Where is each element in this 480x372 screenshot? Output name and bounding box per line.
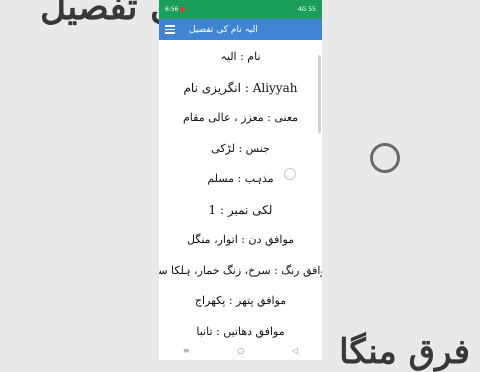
system-nav-bar: ≡ ○ ◁ bbox=[159, 340, 322, 360]
signal-indicator: 4G bbox=[297, 6, 307, 13]
app-bar: الیہ نام کی تفصیل bbox=[159, 19, 322, 40]
detail-lucky-stone: موافق پتھر : پکھراج bbox=[194, 294, 287, 307]
name-details-list: نام : الیہ انگریزی نام : Aliyyah معنی : … bbox=[159, 40, 322, 340]
status-time: 6:56 bbox=[165, 6, 179, 13]
recent-apps-icon[interactable]: ≡ bbox=[183, 346, 190, 355]
detail-meaning: معنی : معزز ، عالی مقام bbox=[182, 111, 299, 124]
back-icon[interactable]: ◁ bbox=[292, 346, 298, 355]
background-bottom-text: فرق منگا bbox=[339, 332, 470, 372]
touch-indicator-icon bbox=[284, 168, 296, 180]
phone-screen: 6:56 4G 55 الیہ نام کی تفصیل نام : الیہ … bbox=[159, 0, 322, 360]
detail-english-name: انگریزی نام : Aliyyah bbox=[183, 80, 298, 95]
background-circle-icon bbox=[370, 143, 400, 173]
detail-name: نام : الیہ bbox=[220, 50, 261, 63]
hamburger-menu-icon[interactable] bbox=[165, 25, 175, 34]
detail-lucky-days: موافق دن : اتوار، منگل bbox=[186, 233, 295, 246]
detail-religion: مذہب : مسلم bbox=[207, 172, 274, 185]
detail-lucky-colors: موافق رنگ : سرخ، زنگ خمار، ہلکا سبز bbox=[159, 263, 322, 277]
home-icon[interactable]: ○ bbox=[237, 346, 244, 355]
status-bar: 6:56 4G 55 bbox=[159, 0, 322, 19]
record-icon bbox=[180, 7, 186, 12]
battery-indicator: 55 bbox=[308, 6, 316, 13]
detail-lucky-number: لکی نمبر : 1 bbox=[208, 202, 273, 217]
detail-gender: جنس : لڑکی bbox=[211, 141, 270, 155]
app-title: الیہ نام کی تفصیل bbox=[189, 24, 258, 35]
scrollbar[interactable] bbox=[318, 55, 321, 133]
